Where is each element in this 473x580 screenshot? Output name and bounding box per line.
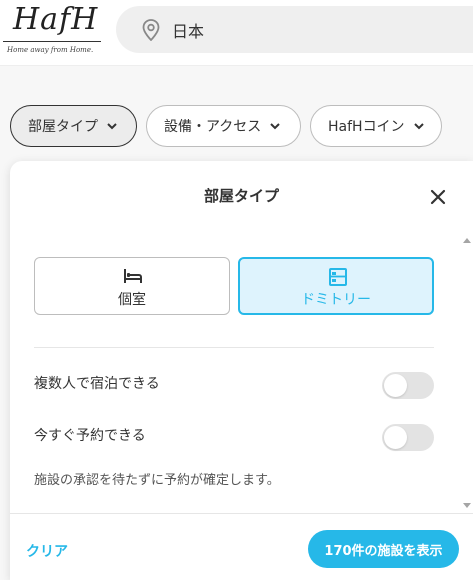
filter-facilities-access[interactable]: 設備・アクセス (146, 105, 301, 147)
room-type-panel: 部屋タイプ 個室 ドミトリー 複数人で宿泊できる 今すぐ予約できる 施設の承認を… (10, 161, 473, 580)
filter-facilities-access-label: 設備・アクセス (164, 119, 262, 135)
location-pin-icon (142, 19, 160, 41)
filter-hafh-coin-label: HafHコイン (328, 119, 405, 135)
toggle-knob (384, 374, 407, 397)
header: HafH Home away from Home. 日本 (0, 0, 473, 66)
logo-tagline: Home away from Home. (7, 46, 94, 54)
close-icon[interactable] (430, 189, 446, 205)
group-stay-label: 複数人で宿泊できる (34, 376, 160, 392)
scroll-down-arrow-icon[interactable] (463, 503, 471, 509)
group-stay-toggle[interactable] (382, 372, 434, 399)
chevron-down-icon (270, 123, 281, 130)
search-input[interactable]: 日本 (116, 6, 473, 53)
filter-hafh-coin[interactable]: HafHコイン (310, 105, 442, 147)
app-root: HafH Home away from Home. 日本 部屋タイプ 設備・アク… (0, 0, 473, 580)
panel-title: 部屋タイプ (203, 187, 279, 205)
panel-footer: クリア 170件の施設を表示 (10, 513, 473, 580)
clear-button[interactable]: クリア (26, 541, 68, 561)
search-value: 日本 (172, 22, 205, 41)
chevron-down-icon (107, 123, 117, 130)
logo-text: HafH (13, 2, 99, 37)
instant-book-label: 今すぐ予約できる (34, 428, 146, 444)
section-divider (34, 347, 434, 348)
filter-room-type[interactable]: 部屋タイプ (10, 105, 137, 147)
room-type-dormitory-label: ドミトリー (301, 292, 371, 308)
logo-underline (3, 41, 101, 42)
scroll-up-arrow-icon[interactable] (463, 237, 471, 243)
filter-room-type-label: 部屋タイプ (28, 119, 98, 135)
hafh-logo[interactable]: HafH Home away from Home. (3, 2, 103, 60)
toggle-knob (384, 426, 407, 449)
bunk-bed-icon (329, 268, 347, 286)
bed-icon (124, 269, 142, 283)
room-type-private[interactable]: 個室 (34, 257, 230, 315)
instant-book-note: 施設の承認を待たずに予約が確定します。 (34, 473, 280, 488)
chevron-down-icon (413, 123, 424, 130)
show-results-button[interactable]: 170件の施設を表示 (308, 530, 459, 568)
room-type-private-label: 個室 (118, 292, 146, 308)
room-type-dormitory[interactable]: ドミトリー (238, 257, 434, 315)
instant-book-toggle[interactable] (382, 424, 434, 451)
panel-scrollbar[interactable] (461, 235, 473, 511)
